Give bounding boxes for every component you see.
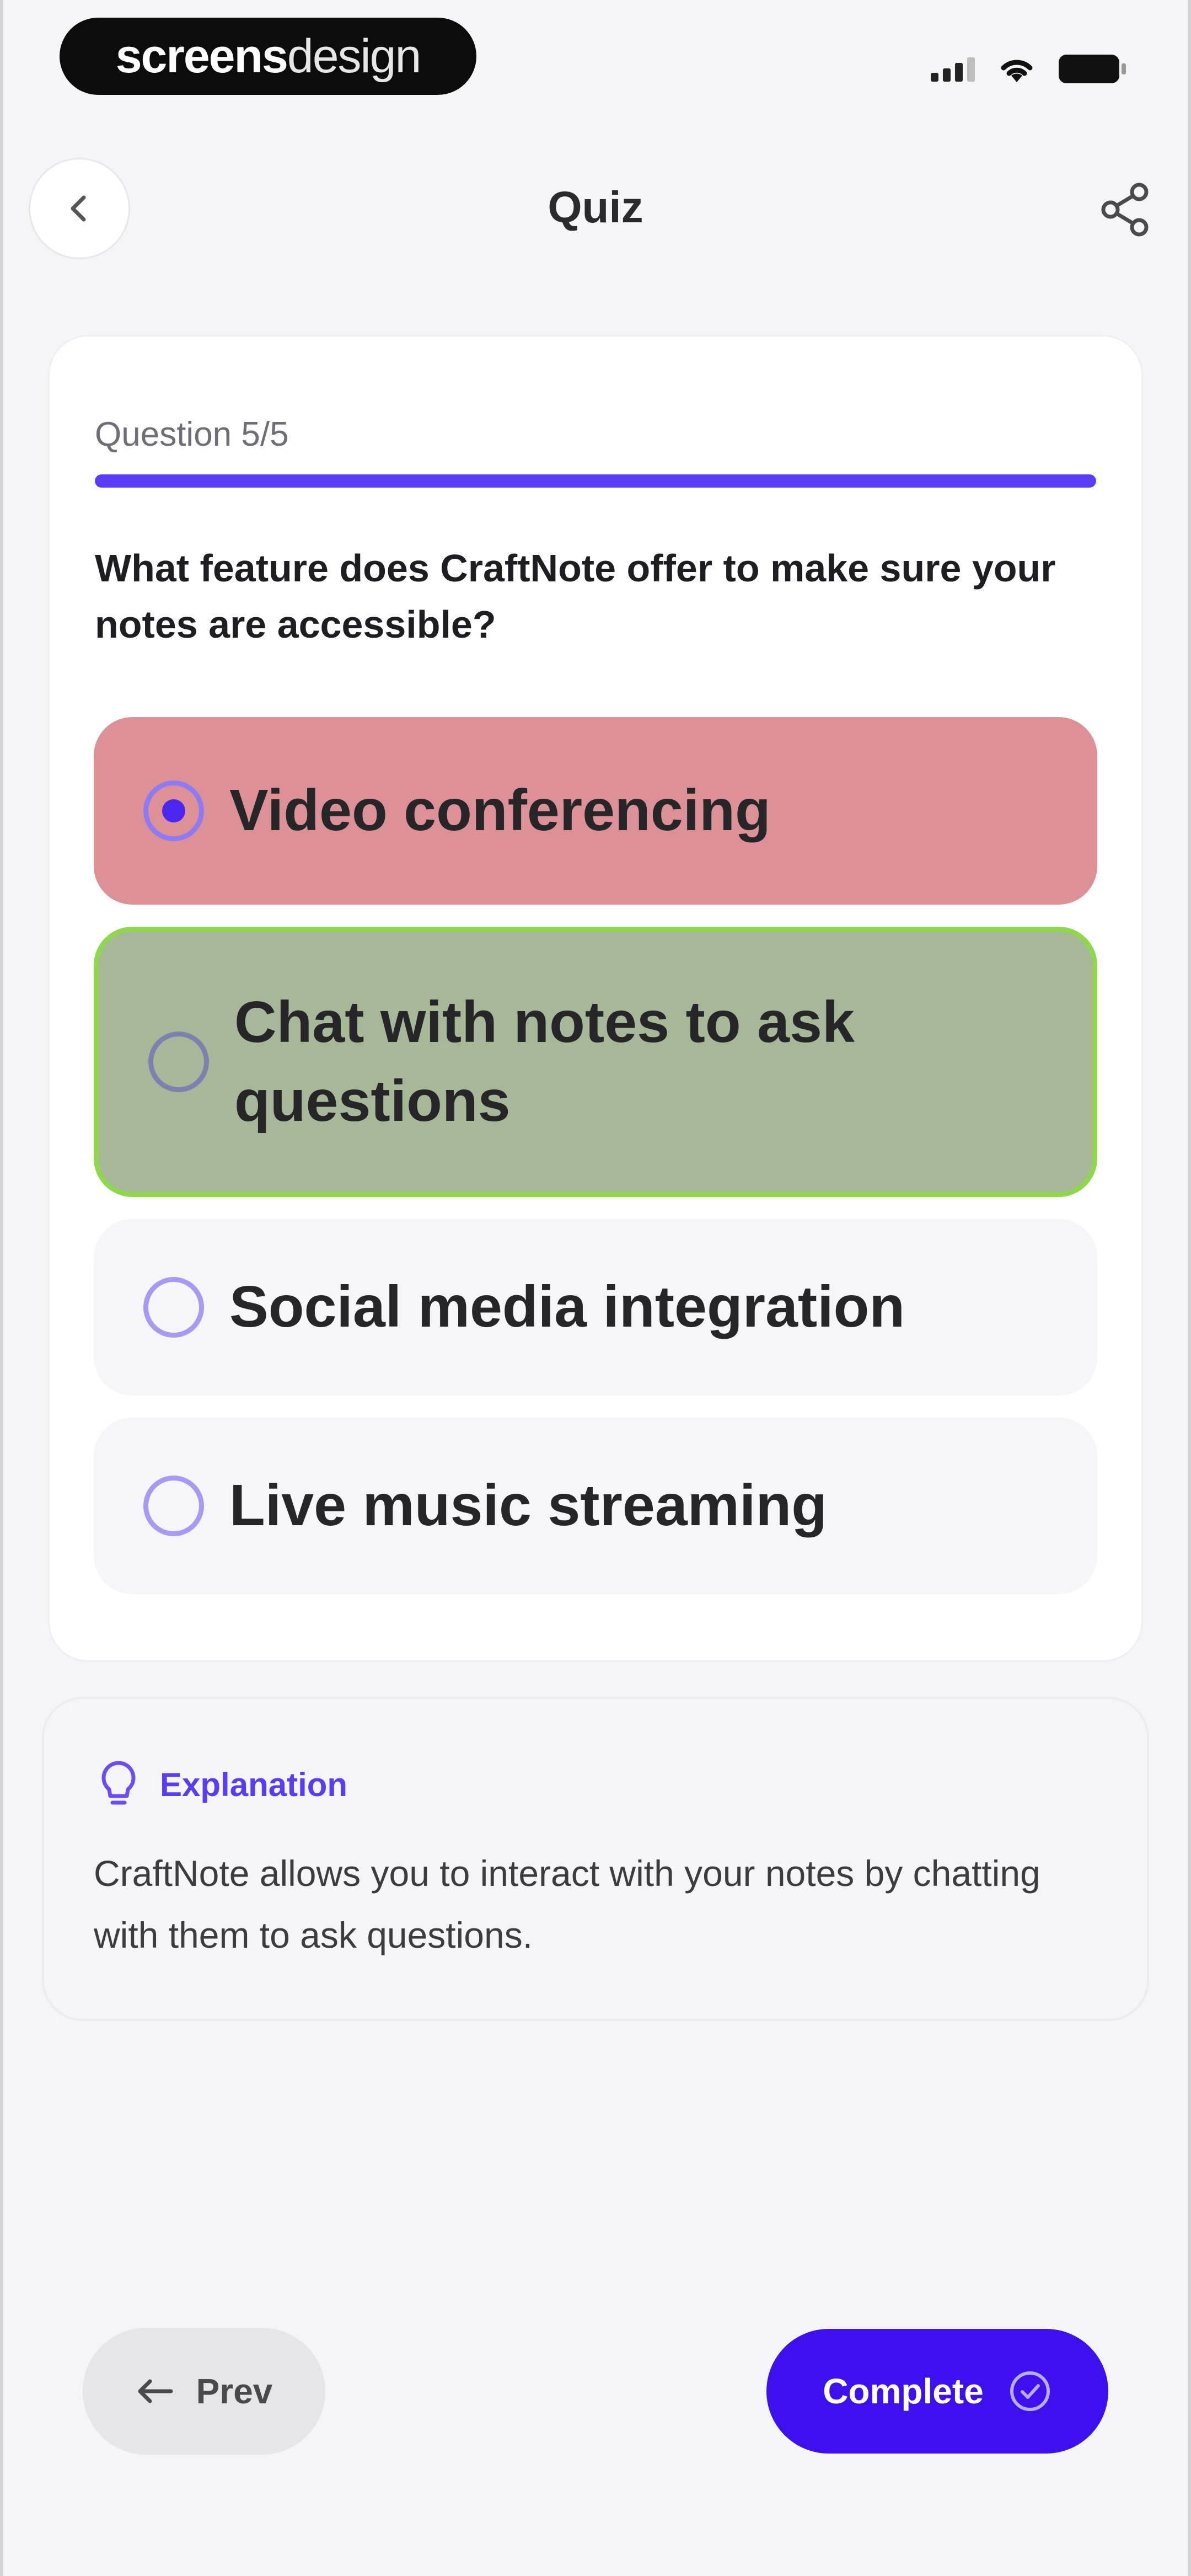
battery-icon: [1059, 55, 1126, 83]
device-frame-left: [0, 0, 3, 2576]
complete-button-label: Complete: [823, 2371, 984, 2411]
wifi-icon: [1001, 60, 1033, 82]
nav-bar: Quiz: [0, 154, 1191, 265]
radio-icon: [148, 1032, 209, 1092]
answer-option-incorrect[interactable]: Video conferencing: [94, 717, 1097, 905]
question-text: What feature does CraftNote offer to mak…: [95, 547, 1056, 646]
quiz-progress-fill: [95, 474, 1096, 488]
device-frame-right: [1188, 0, 1191, 2576]
question-counter: Question 5/5: [95, 415, 289, 453]
check-circle-icon: [1010, 2371, 1050, 2411]
brand-logo-strong: screens: [115, 29, 288, 83]
prev-button-label: Prev: [196, 2371, 273, 2411]
status-bar: screens design: [0, 0, 1191, 110]
page-title: Quiz: [548, 183, 643, 232]
quiz-progress-bar: [95, 474, 1096, 488]
explanation-title: Explanation: [160, 1766, 348, 1803]
radio-icon: [143, 1476, 204, 1536]
explanation-text: CraftNote allows you to interact with yo…: [94, 1853, 1040, 1956]
cellular-signal-icon: [931, 56, 975, 82]
answer-option-label: Chat with notes to ask questions: [234, 989, 855, 1134]
complete-button[interactable]: Complete: [766, 2329, 1108, 2454]
prev-button[interactable]: Prev: [83, 2328, 325, 2455]
arrow-left-icon: [138, 2379, 173, 2403]
lightbulb-icon: [101, 1761, 136, 1805]
answer-option-label: Live music streaming: [229, 1473, 827, 1538]
answer-option[interactable]: Live music streaming: [94, 1418, 1097, 1594]
brand-logo: screens design: [60, 18, 476, 95]
brand-logo-light: design: [287, 29, 421, 83]
radio-icon: [143, 1277, 204, 1338]
answer-option-correct[interactable]: Chat with notes to ask questions: [94, 927, 1097, 1197]
explanation-card: Explanation CraftNote allows you to inte…: [44, 1699, 1147, 2019]
share-icon: [1101, 183, 1149, 237]
radio-selected-icon: [143, 781, 204, 841]
status-icons: [931, 50, 1126, 88]
share-button[interactable]: [1092, 177, 1158, 243]
quiz-card: Question 5/5 What feature does CraftNote…: [50, 336, 1141, 1660]
answer-option-label: Video conferencing: [229, 778, 771, 843]
explanation-header: Explanation: [99, 1760, 347, 1809]
answer-option-label: Social media integration: [229, 1274, 905, 1340]
answer-option[interactable]: Social media integration: [94, 1219, 1097, 1396]
